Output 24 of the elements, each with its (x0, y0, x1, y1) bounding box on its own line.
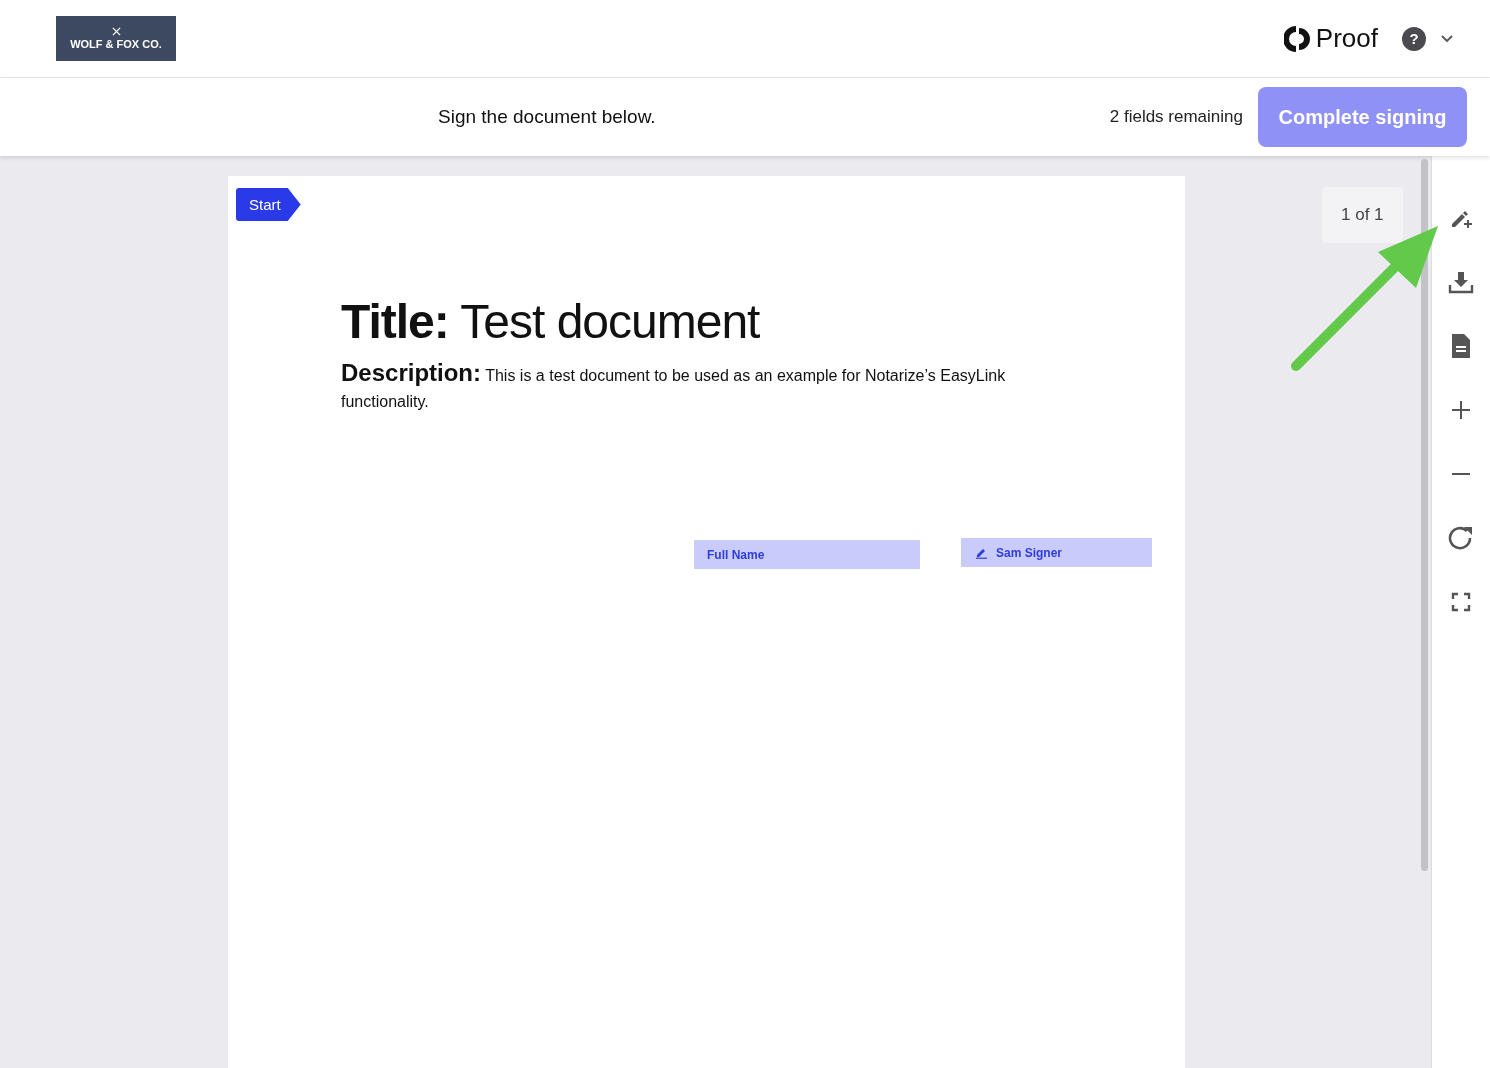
zoom-in-icon[interactable] (1450, 399, 1472, 421)
pen-icon (975, 546, 988, 559)
fields-remaining: 2 fields remaining (1109, 107, 1243, 127)
scrollbar[interactable] (1421, 159, 1428, 871)
document-description: Description: This is a test document to be used as an example for Notarize’s EasyLink functionality. (341, 360, 1007, 412)
signer-name: Sam Signer (996, 545, 1063, 560)
help-button[interactable]: ? (1402, 26, 1426, 51)
signature-field[interactable]: Sam Signer (961, 538, 1152, 567)
document-icon[interactable] (1450, 333, 1472, 359)
proof-logo-icon (1283, 23, 1310, 54)
brand-name: Proof (1315, 23, 1378, 54)
logo-text: WOLF & FOX CO. (70, 38, 162, 50)
start-tag[interactable]: Start (236, 188, 301, 221)
full-name-field[interactable]: Full Name (694, 540, 920, 569)
complete-signing-button[interactable]: Complete signing (1258, 87, 1467, 147)
rotate-icon[interactable] (1447, 524, 1475, 552)
page-counter: 1 of 1 (1322, 187, 1403, 243)
download-icon[interactable] (1448, 270, 1474, 294)
instruction-text: Sign the document below. (438, 106, 656, 128)
zoom-out-icon[interactable] (1450, 472, 1472, 476)
chevron-down-icon[interactable] (1440, 33, 1454, 44)
cross-icon (111, 27, 121, 36)
document-title: Title: Test document (341, 294, 760, 349)
fullscreen-icon[interactable] (1451, 592, 1471, 612)
